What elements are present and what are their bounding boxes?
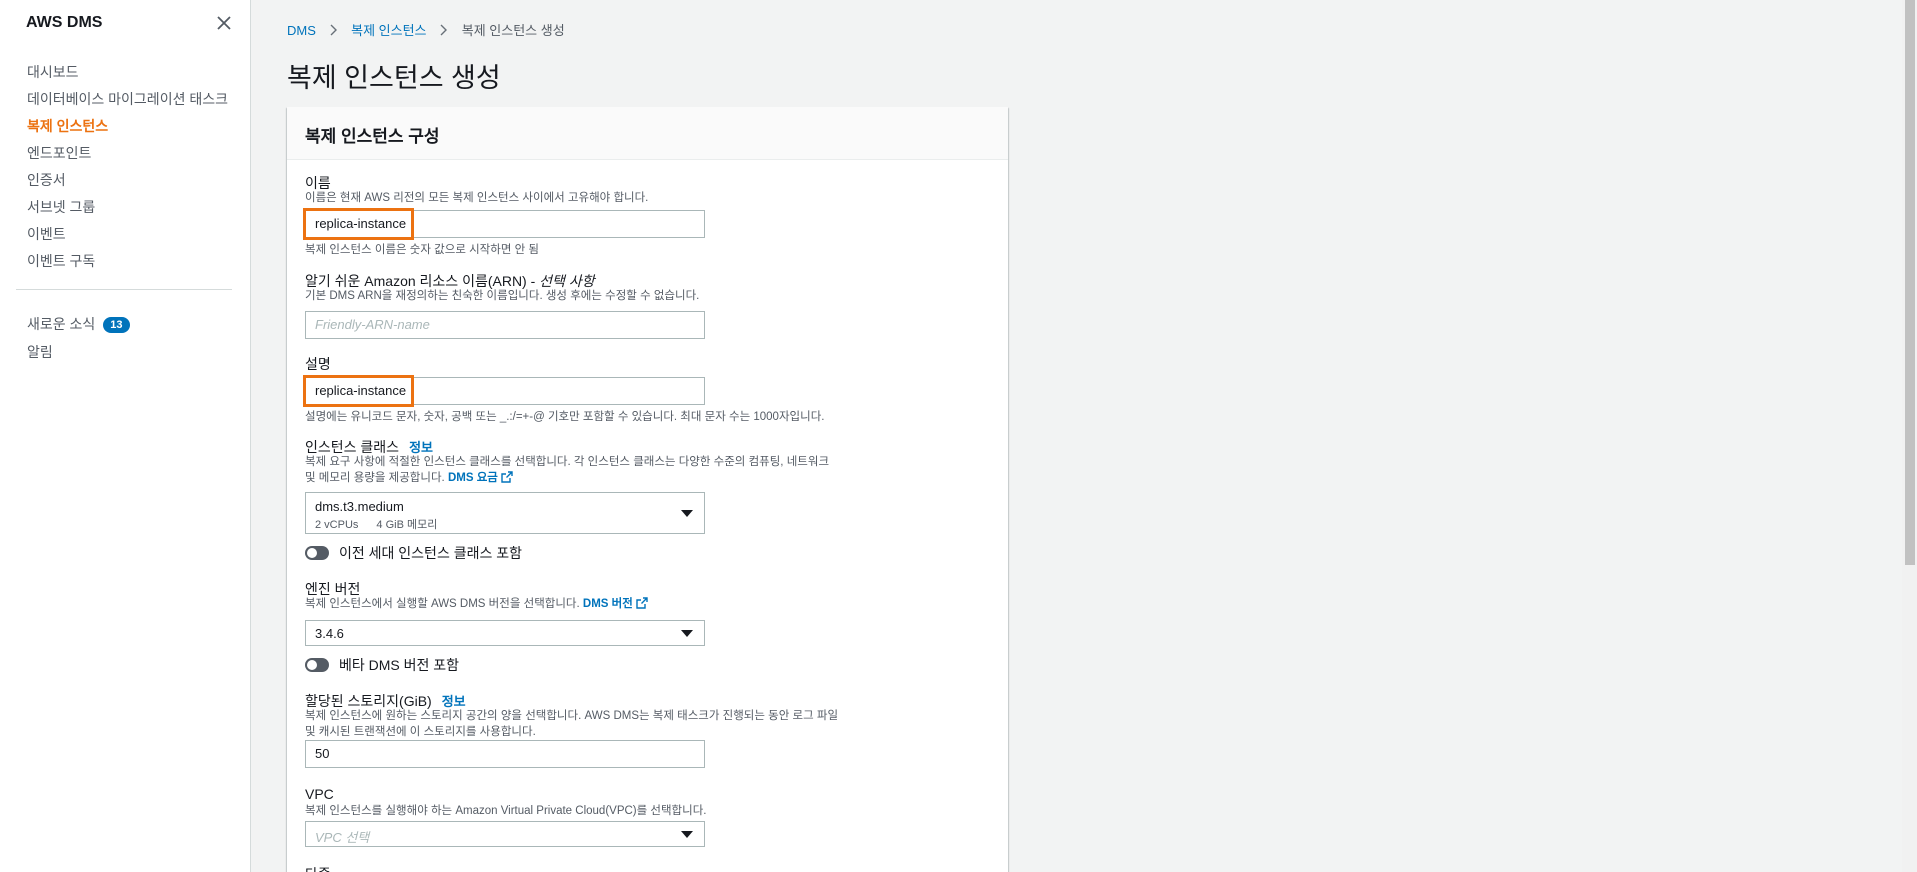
previous-gen-toggle[interactable]: 이전 세대 인스턴스 클래스 포함 [305, 543, 522, 563]
name-hint: 복제 인스턴스 이름은 숫자 값으로 시작하면 안 됨 [305, 244, 539, 256]
sidebar-item-whats-new[interactable]: 새로운 소식 13 [27, 314, 130, 334]
storage-input[interactable]: 50 [305, 740, 705, 768]
vpc-placeholder: VPC 선택 [315, 830, 370, 845]
external-link-icon [636, 597, 648, 609]
friendly-arn-input[interactable]: Friendly-ARN-name [305, 311, 705, 339]
dms-pricing-link-label: DMS 요금 [447, 472, 498, 484]
name-description: 이름은 현재 AWS 리전의 모든 복제 인스턴스 사이에서 고유해야 합니다. [305, 192, 649, 204]
panel-title: 복제 인스턴스 구성 [305, 127, 440, 146]
sidebar: AWS DMS 대시보드 데이터베이스 마이그레이션 태스크 복제 인스턴스 엔… [0, 0, 251, 872]
news-count-badge: 13 [103, 317, 130, 333]
dms-pricing-link[interactable]: DMS 요금 [447, 471, 513, 484]
instance-class-description: 복제 요구 사항에 적절한 인스턴스 클래스를 선택합니다. 각 인스턴스 클래… [305, 454, 829, 486]
replication-instance-config-panel: 복제 인스턴스 구성 이름 이름은 현재 AWS 리전의 모든 복제 인스턴스 … [287, 107, 1008, 872]
storage-description: 복제 인스턴스에 원하는 스토리지 공간의 양을 선택합니다. AWS DMS는… [305, 708, 838, 740]
instance-class-vcpus: 2 vCPUs [315, 519, 359, 531]
sidebar-divider [16, 289, 232, 290]
instance-class-select[interactable]: dms.t3.medium 2 vCPUs 4 GiB 메모리 [305, 492, 705, 534]
description-label: 설명 [305, 356, 331, 372]
sidebar-item-alerts[interactable]: 알림 [27, 342, 53, 362]
vpc-description: 복제 인스턴스를 실행해야 하는 Amazon Virtual Private … [305, 805, 707, 817]
instance-class-label-text: 인스턴스 클래스 [305, 439, 400, 455]
chevron-right-icon [330, 23, 338, 38]
vpc-select[interactable]: VPC 선택 [305, 821, 705, 847]
breadcrumb-current: 복제 인스턴스 생성 [461, 23, 565, 38]
sidebar-item-dashboard[interactable]: 대시보드 [27, 62, 79, 82]
storage-info-link[interactable]: 정보 [442, 694, 466, 709]
page-title: 복제 인스턴스 생성 [287, 63, 501, 93]
engine-version-description: 복제 인스턴스에서 실행할 AWS DMS 버전을 선택합니다. DMS 버전 [305, 596, 648, 612]
instance-class-value: dms.t3.medium [315, 499, 404, 514]
beta-version-toggle-label: 베타 DMS 버전 포함 [339, 657, 460, 673]
arn-description: 기본 DMS ARN을 재정의하는 친숙한 이름입니다. 생성 후에는 수정할 … [305, 290, 700, 302]
panel-header: 복제 인스턴스 구성 [287, 107, 1008, 160]
sidebar-item-label: 새로운 소식 [27, 316, 96, 332]
engine-version-value: 3.4.6 [315, 626, 344, 641]
arn-optional-text: 선택 사항 [539, 273, 595, 289]
caret-down-icon [681, 510, 693, 517]
sidebar-item-events[interactable]: 이벤트 [27, 224, 66, 244]
chevron-right-icon [440, 23, 448, 38]
close-icon[interactable] [213, 12, 235, 34]
engine-version-select[interactable]: 3.4.6 [305, 620, 705, 646]
page-scrollbar[interactable] [1902, 0, 1917, 872]
sidebar-title: AWS DMS [26, 14, 103, 31]
description-hint: 설명에는 유니코드 문자, 숫자, 공백 또는 _.:/=+-@ 기호만 포함할… [305, 411, 825, 423]
instance-class-info-link[interactable]: 정보 [409, 440, 433, 455]
dms-versions-link[interactable]: DMS 버전 [582, 597, 648, 610]
breadcrumb: DMS 복제 인스턴스 복제 인스턴스 생성 [287, 20, 565, 39]
sidebar-item-certificates[interactable]: 인증서 [27, 170, 66, 190]
sidebar-item-replication-instances[interactable]: 복제 인스턴스 [27, 116, 108, 136]
breadcrumb-replication-instances[interactable]: 복제 인스턴스 [351, 23, 426, 38]
instance-class-desc-line2: 및 메모리 용량을 제공합니다. DMS 요금 [305, 470, 829, 486]
sidebar-item-subnet-groups[interactable]: 서브넷 그룹 [27, 197, 95, 217]
external-link-icon [501, 471, 513, 483]
storage-desc-line1: 복제 인스턴스에 원하는 스토리지 공간의 양을 선택합니다. AWS DMS는… [305, 710, 839, 722]
toggle-switch[interactable] [305, 546, 329, 560]
sidebar-item-event-subscriptions[interactable]: 이벤트 구독 [27, 251, 95, 271]
dms-versions-link-label: DMS 버전 [582, 598, 633, 610]
caret-down-icon [681, 831, 693, 838]
vpc-label: VPC [305, 786, 334, 802]
storage-desc-line2: 및 캐시된 트랜잭션에 이 스토리지를 사용합니다. [305, 726, 536, 738]
instance-class-desc-line1: 복제 요구 사항에 적절한 인스턴스 클래스를 선택합니다. 각 인스턴스 클래… [305, 456, 830, 468]
sidebar-item-migration-tasks[interactable]: 데이터베이스 마이그레이션 태스크 [27, 89, 228, 109]
name-input[interactable]: replica-instance [305, 210, 705, 238]
storage-label-text: 할당된 스토리지(GiB) [305, 693, 432, 709]
engine-version-desc-text: 복제 인스턴스에서 실행할 AWS DMS 버전을 선택합니다. [305, 598, 580, 610]
caret-down-icon [681, 630, 693, 637]
scrollbar-thumb[interactable] [1905, 0, 1915, 565]
arn-label-text: 알기 쉬운 Amazon 리소스 이름(ARN) - [305, 273, 540, 289]
beta-version-toggle[interactable]: 베타 DMS 버전 포함 [305, 655, 459, 675]
description-input[interactable]: replica-instance [305, 377, 705, 405]
previous-gen-toggle-label: 이전 세대 인스턴스 클래스 포함 [339, 545, 522, 561]
next-field-label: 다중 [305, 864, 331, 872]
instance-class-desc-line2-text: 및 메모리 용량을 제공합니다. [305, 472, 445, 484]
toggle-switch[interactable] [305, 658, 329, 672]
instance-class-memory: 4 GiB 메모리 [376, 519, 438, 531]
instance-class-specs: 2 vCPUs 4 GiB 메모리 [315, 516, 455, 532]
sidebar-item-endpoints[interactable]: 엔드포인트 [27, 143, 91, 163]
breadcrumb-dms[interactable]: DMS [287, 23, 316, 38]
